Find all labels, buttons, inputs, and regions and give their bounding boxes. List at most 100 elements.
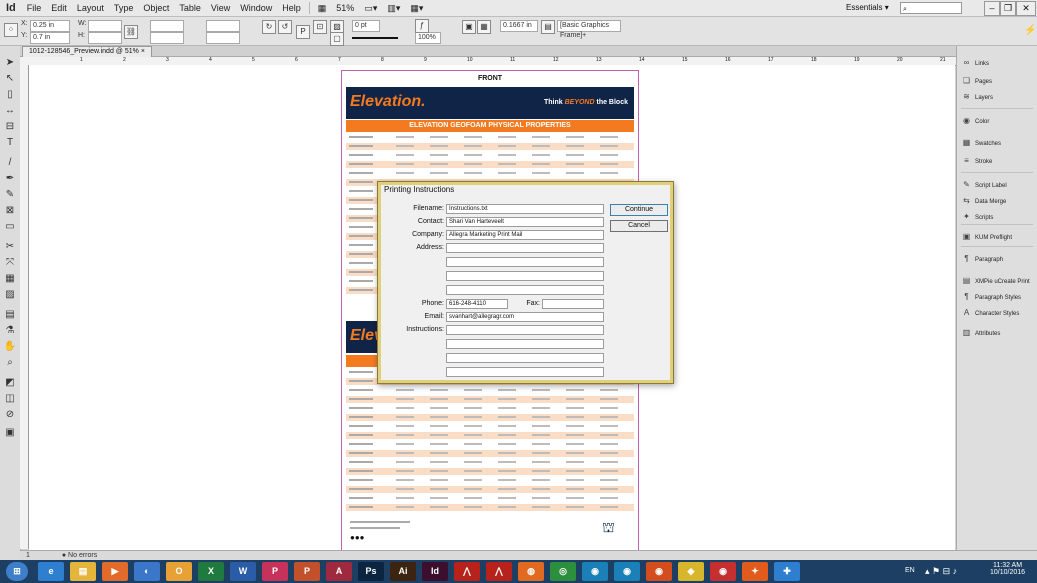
text-wrap-field[interactable]: 0.1667 in <box>500 20 538 32</box>
stroke-swatch-icon[interactable]: ▢ <box>330 32 344 46</box>
menu-layout[interactable]: Layout <box>72 3 109 13</box>
taskbar-excel[interactable]: X <box>198 562 224 581</box>
zoom-menu[interactable]: 51% <box>331 3 359 13</box>
close-button[interactable]: ✕ <box>1016 1 1036 16</box>
rectangle-tool-icon[interactable]: ▭ <box>3 220 17 234</box>
menu-type[interactable]: Type <box>109 3 139 13</box>
panel-data-merge[interactable]: ⇆ Data Merge <box>961 194 1006 208</box>
pencil-tool-icon[interactable]: ✎ <box>3 188 17 202</box>
taskbar-powerpoint[interactable]: P <box>294 562 320 581</box>
x-field[interactable]: 0.25 in <box>30 20 70 32</box>
direct-selection-tool-icon[interactable]: ↖ <box>3 72 17 86</box>
free-transform-tool-icon[interactable]: ⤧ <box>3 256 17 270</box>
h-field[interactable] <box>88 32 122 44</box>
rotate-ccw-icon[interactable]: ↺ <box>278 20 292 34</box>
zoom-tool-icon[interactable]: ⌕ <box>3 356 17 370</box>
panel-paragraph-styles[interactable]: ¶ Paragraph Styles <box>961 290 1021 304</box>
page-number-field[interactable]: 1 <box>20 552 30 559</box>
fit-frame-icon[interactable]: ▦ <box>477 20 491 34</box>
filename-field[interactable]: Instructions.txt <box>446 204 604 214</box>
taskbar-firefox[interactable]: ◍ <box>518 562 544 581</box>
taskbar-app20[interactable]: ◉ <box>646 562 672 581</box>
taskbar-explorer[interactable]: ▤ <box>70 562 96 581</box>
panel-attributes[interactable]: ▥ Attributes <box>961 326 1001 340</box>
y-field[interactable]: 0.7 in <box>30 32 70 44</box>
view-options-icon[interactable]: ▥▾ <box>382 3 405 14</box>
panel-layers[interactable]: ≋ Layers <box>961 90 993 104</box>
cancel-button[interactable]: Cancel <box>610 220 668 232</box>
start-button[interactable]: ⊞ <box>6 562 28 581</box>
taskbar-acrobat2[interactable]: ⋀ <box>486 562 512 581</box>
taskbar-illustrator[interactable]: Ai <box>390 562 416 581</box>
address-line-2[interactable] <box>446 257 604 267</box>
object-style-icon[interactable]: ▤ <box>541 20 555 34</box>
gradient-tool-icon[interactable]: ▦ <box>3 272 17 286</box>
taskbar-app24[interactable]: ✚ <box>774 562 800 581</box>
minimize-button[interactable]: – <box>984 1 1000 16</box>
screen-mode-tool-icon[interactable]: ▣ <box>3 426 17 440</box>
clock[interactable]: 11:32 AM 10/10/2016 <box>990 562 1025 576</box>
taskbar-app23[interactable]: ✦ <box>742 562 768 581</box>
type-tool-icon[interactable]: T <box>3 136 17 150</box>
flip-icon[interactable]: P <box>296 25 310 39</box>
maximize-button[interactable]: ❐ <box>1000 1 1016 16</box>
w-field[interactable] <box>88 20 122 32</box>
stroke-type-line[interactable] <box>352 37 398 39</box>
bridge-icon[interactable]: ▦ <box>313 3 332 14</box>
menu-file[interactable]: File <box>22 3 47 13</box>
fitting-icon[interactable]: ▣ <box>462 20 476 34</box>
panel-menu-icon[interactable]: ⚡ <box>1024 25 1036 36</box>
taskbar-word[interactable]: W <box>230 562 256 581</box>
taskbar-indesign[interactable]: Id <box>422 562 448 581</box>
constrain-icon[interactable]: ⛓ <box>124 25 138 39</box>
gradient-feather-tool-icon[interactable]: ▨ <box>3 288 17 302</box>
panel-paragraph[interactable]: ¶ Paragraph <box>961 252 1003 266</box>
pen-tool-icon[interactable]: ✒ <box>3 172 17 186</box>
preflight-status-icon[interactable]: ● <box>32 552 66 559</box>
continue-button[interactable]: Continue <box>610 204 668 216</box>
vertical-ruler[interactable] <box>20 65 29 549</box>
language-indicator[interactable]: EN <box>905 567 915 574</box>
close-tab-icon[interactable]: × <box>141 48 145 55</box>
apply-none-icon[interactable]: ⊘ <box>3 408 17 422</box>
taskbar-chrome[interactable]: ◎ <box>550 562 576 581</box>
menu-view[interactable]: View <box>206 3 235 13</box>
taskbar-app18[interactable]: ◉ <box>582 562 608 581</box>
taskbar-app22[interactable]: ◉ <box>710 562 736 581</box>
workspace-switcher[interactable]: Essentials ▾ <box>846 3 889 12</box>
instructions-line-2[interactable] <box>446 339 604 349</box>
rotate-field[interactable] <box>206 20 240 32</box>
fx-icon[interactable]: ƒ <box>415 19 429 33</box>
address-line-4[interactable] <box>446 285 604 295</box>
taskbar-app4[interactable]: ◐ <box>134 562 160 581</box>
company-field[interactable]: Allegra Marketing Print Mail <box>446 230 604 240</box>
scissors-tool-icon[interactable]: ✂ <box>3 240 17 254</box>
rectangle-frame-tool-icon[interactable]: ⊠ <box>3 204 17 218</box>
document-tab[interactable]: 1012-128546_Preview.indd @ 51% × <box>22 46 152 57</box>
panel-scripts[interactable]: ✦ Scripts <box>961 210 993 224</box>
menu-object[interactable]: Object <box>138 3 174 13</box>
object-style-select[interactable]: [Basic Graphics Frame]+ <box>557 20 621 39</box>
stroke-weight-field[interactable]: 0 pt <box>352 20 380 32</box>
instructions-line-3[interactable] <box>446 353 604 363</box>
panel-kum-preflight[interactable]: ▣ KUM Preflight <box>961 230 1012 244</box>
content-collector-icon[interactable]: ⊟ <box>3 120 17 134</box>
instructions-line-4[interactable] <box>446 367 604 377</box>
email-field[interactable]: svanhart@allegragr.com <box>446 312 604 322</box>
eyedropper-tool-icon[interactable]: ⚗ <box>3 324 17 338</box>
panel-character-styles[interactable]: A Character Styles <box>961 306 1020 320</box>
scale-y-field[interactable] <box>150 32 184 44</box>
fax-field[interactable] <box>542 299 604 309</box>
taskbar-app19[interactable]: ◉ <box>614 562 640 581</box>
formatting-icon[interactable]: ◫ <box>3 392 17 406</box>
scale-x-field[interactable] <box>150 20 184 32</box>
shear-field[interactable] <box>206 32 240 44</box>
reference-point-icon[interactable]: ⁘ <box>4 23 18 37</box>
select-container-icon[interactable]: ⊡ <box>313 20 327 34</box>
panel-stroke[interactable]: ≡ Stroke <box>961 154 992 168</box>
tray-icons[interactable]: ▴ ⚑ ⊟ ♪ <box>925 566 957 577</box>
rotate-cw-icon[interactable]: ↻ <box>262 20 276 34</box>
taskbar-outlook[interactable]: O <box>166 562 192 581</box>
panel-links[interactable]: ∞ Links <box>961 56 989 70</box>
line-tool-icon[interactable]: / <box>3 156 17 170</box>
